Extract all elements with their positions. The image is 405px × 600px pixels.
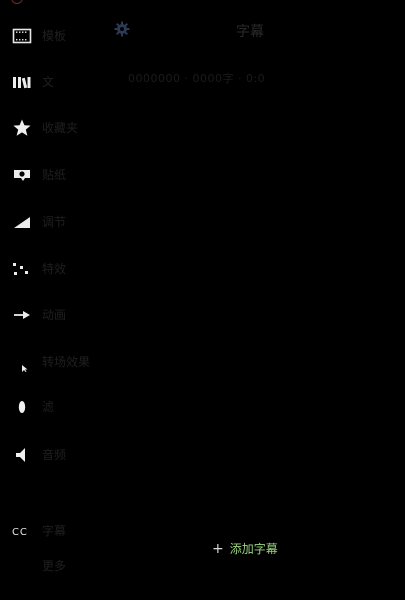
sidebar-item-label: 文 [42,75,55,89]
add-subtitle-button[interactable]: + 添加字幕 [212,540,278,557]
svg-text:CC: CC [12,527,28,538]
subtitle-info: 0000000 · 0000字 · 0:0 [128,72,266,85]
sidebar: 模板 文 收藏夹 贴纸 调节 特效 动画 转场效果 滤 音频 CC 字幕 更多 [0,0,105,600]
sidebar-item-filter[interactable]: 滤 [0,392,105,422]
sidebar-item-more[interactable]: 更多 [0,551,105,581]
sidebar-item-stickers[interactable]: 贴纸 [0,160,105,190]
library-icon [12,72,32,92]
sidebar-item-transition[interactable]: 转场效果 [0,347,105,377]
sidebar-item-label: 模板 [42,29,67,43]
page-title: 字幕 [236,24,264,40]
sidebar-item-label: 转场效果 [42,355,91,369]
cursor-icon [12,352,32,372]
sidebar-item-subtitles[interactable]: CC 字幕 [0,516,105,546]
editor-app: 模板 文 收藏夹 贴纸 调节 特效 动画 转场效果 滤 音频 CC 字幕 更多 … [0,0,405,600]
record-icon[interactable] [11,0,23,4]
sidebar-item-label: 音频 [42,448,67,462]
sidebar-item-library[interactable]: 文 [0,67,105,97]
sidebar-item-adjust[interactable]: 调节 [0,207,105,237]
sticker-icon [12,165,32,185]
sidebar-item-favorites[interactable]: 收藏夹 [0,113,105,143]
film-frame-icon [12,26,32,46]
sidebar-item-label: 特效 [42,262,67,276]
sidebar-item-template[interactable]: 模板 [0,21,105,51]
sidebar-item-effects[interactable]: 特效 [0,254,105,284]
sidebar-item-label: 调节 [42,215,67,229]
sidebar-item-label: 贴纸 [42,168,67,182]
gear-icon[interactable] [113,20,131,38]
star-icon [12,118,32,138]
speaker-icon [12,445,32,465]
sidebar-item-audio[interactable]: 音频 [0,440,105,470]
arrow-right-icon [12,305,32,325]
plus-icon: + [212,540,224,557]
drop-icon [12,397,32,417]
sidebar-item-label: 动画 [42,308,67,322]
sidebar-item-label: 滤 [42,400,55,414]
ramp-icon [12,212,32,232]
cc-icon: CC [12,521,32,541]
sidebar-item-label: 字幕 [42,524,67,538]
dots-icon [12,259,32,279]
sidebar-item-animation[interactable]: 动画 [0,300,105,330]
sidebar-item-label: 收藏夹 [42,121,79,135]
sidebar-item-label: 更多 [42,559,67,573]
add-subtitle-label: 添加字幕 [229,542,278,556]
